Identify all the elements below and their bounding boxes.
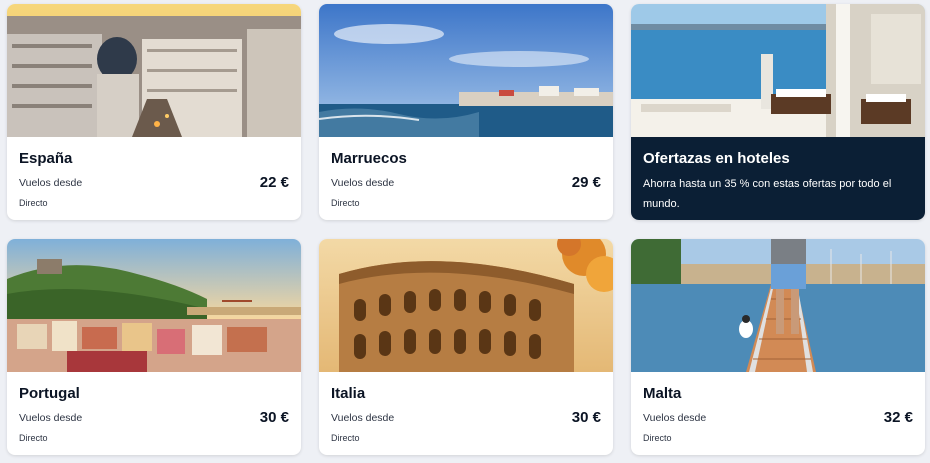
promo-body: Ofertazas en hoteles Ahorra hasta un 35 … (631, 137, 925, 220)
destination-title: Malta (643, 385, 682, 402)
price-label: 22 € (259, 174, 289, 191)
flight-type-label: Directo (19, 198, 48, 208)
price-label: 30 € (259, 409, 289, 426)
price-label: 29 € (571, 174, 601, 191)
lisbon-city-image (7, 239, 301, 372)
card-body: Italia Vuelos desde 30 € Directo (319, 372, 613, 455)
destination-card-malta[interactable]: Malta Vuelos desde 32 € Directo (631, 239, 925, 455)
destination-card-portugal[interactable]: Portugal Vuelos desde 30 € Directo (7, 239, 301, 455)
morocco-coast-image (319, 4, 613, 137)
price-label: 32 € (883, 409, 913, 426)
card-body: Marruecos Vuelos desde 29 € Directo (319, 137, 613, 220)
destination-card-italia[interactable]: Italia Vuelos desde 30 € Directo (319, 239, 613, 455)
flights-from-label: Vuelos desde (643, 412, 707, 424)
hotel-deals-card[interactable]: Ofertazas en hoteles Ahorra hasta un 35 … (631, 4, 925, 220)
destination-title: Portugal (19, 385, 80, 402)
card-body: España Vuelos desde 22 € Directo (7, 137, 301, 220)
flight-type-label: Directo (331, 433, 360, 443)
madrid-city-image (7, 4, 301, 137)
flights-from-label: Vuelos desde (331, 177, 395, 189)
flights-from-label: Vuelos desde (19, 412, 83, 424)
promo-title: Ofertazas en hoteles (643, 150, 790, 167)
destination-card-espana[interactable]: España Vuelos desde 22 € Directo (7, 4, 301, 220)
malta-harbour-image (631, 239, 925, 372)
flights-from-label: Vuelos desde (19, 177, 83, 189)
card-body: Portugal Vuelos desde 30 € Directo (7, 372, 301, 455)
flight-type-label: Directo (331, 198, 360, 208)
flight-type-label: Directo (19, 433, 48, 443)
colosseum-image (319, 239, 613, 372)
flights-from-label: Vuelos desde (331, 412, 395, 424)
destination-title: Marruecos (331, 150, 407, 167)
card-body: Malta Vuelos desde 32 € Directo (631, 372, 925, 455)
destination-grid: España Vuelos desde 22 € Directo Marruec… (0, 0, 930, 463)
destination-card-marruecos[interactable]: Marruecos Vuelos desde 29 € Directo (319, 4, 613, 220)
flight-type-label: Directo (643, 433, 672, 443)
promo-description: Ahorra hasta un 35 % con estas ofertas p… (643, 178, 892, 210)
price-label: 30 € (571, 409, 601, 426)
hotel-terrace-image (631, 4, 925, 137)
destination-title: Italia (331, 385, 366, 402)
destination-title: España (19, 150, 73, 167)
